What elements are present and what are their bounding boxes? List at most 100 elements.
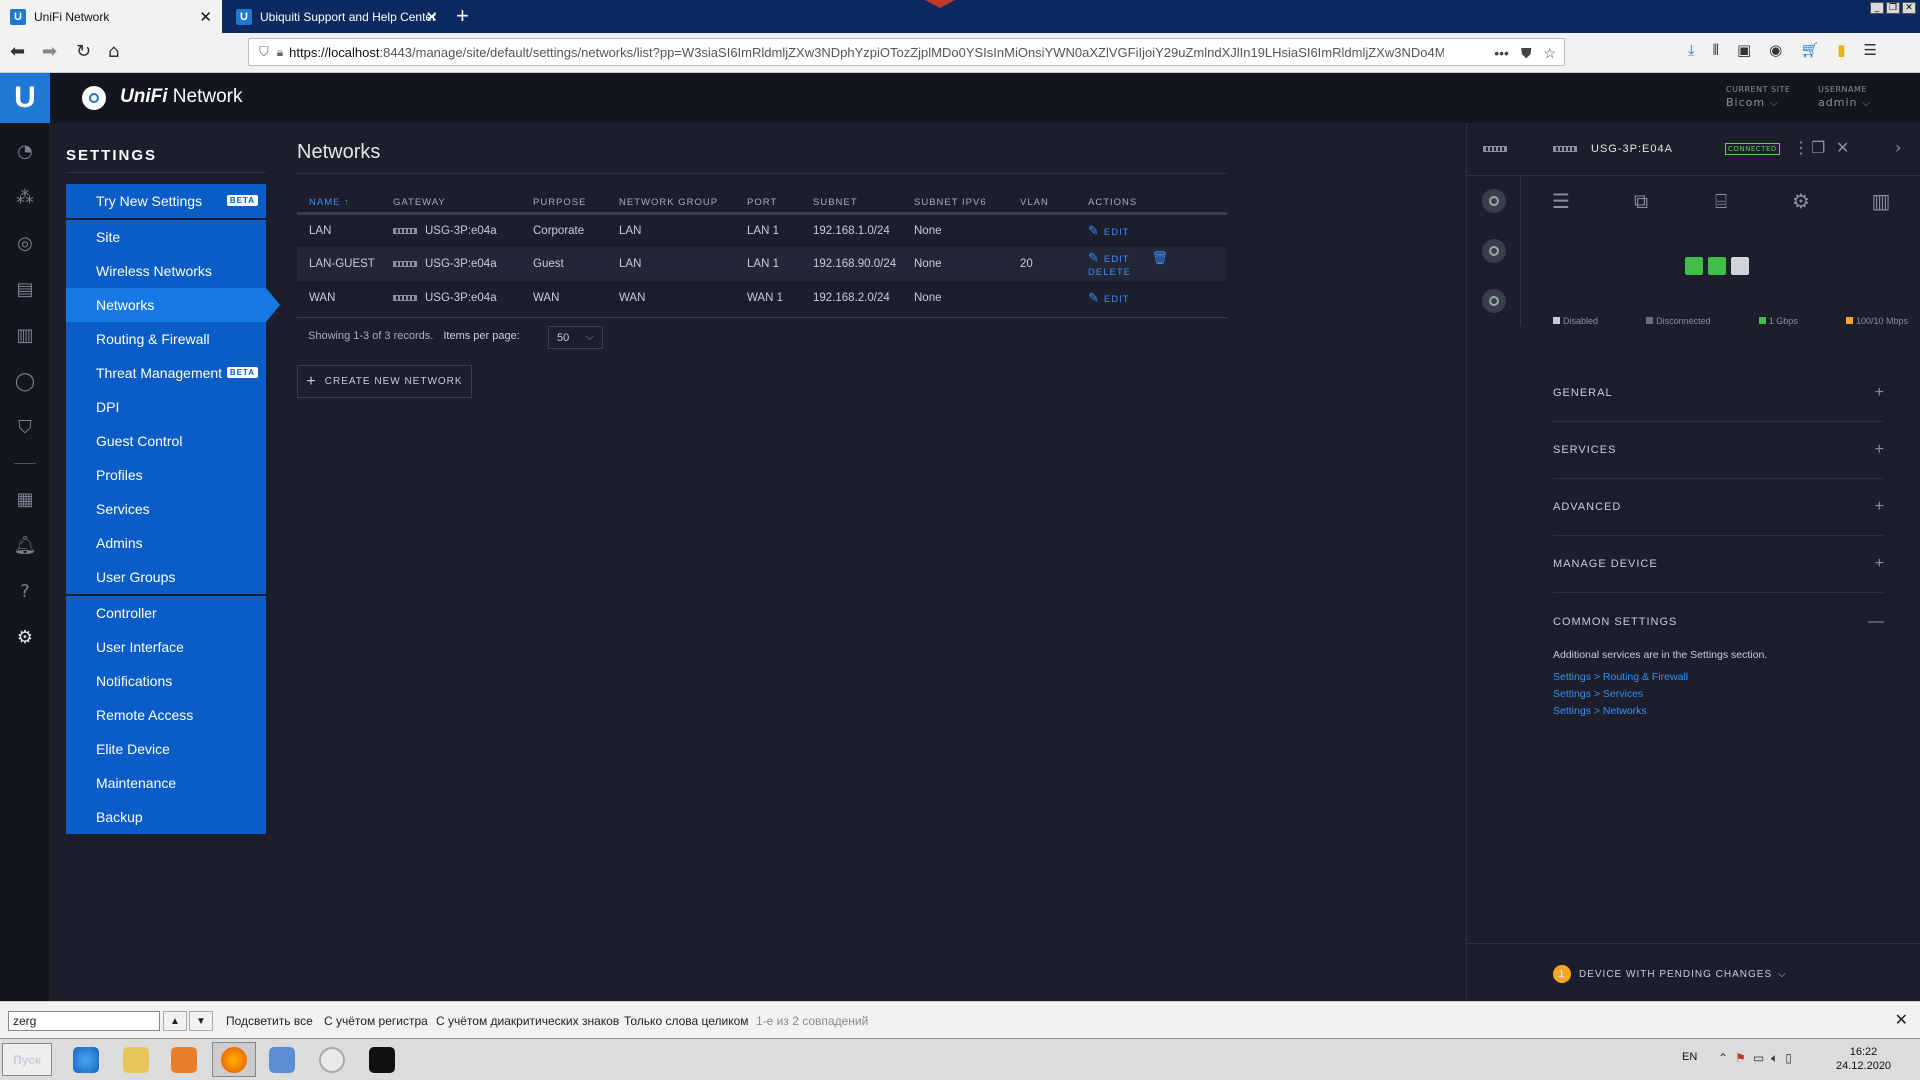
edit-button[interactable]: ✎ EDIT: [1088, 290, 1130, 305]
details-list-icon[interactable]: ☰: [1521, 176, 1601, 226]
create-new-network-button[interactable]: + CREATE NEW NETWORK: [297, 365, 472, 398]
column-header-name[interactable]: NAME ↑: [297, 193, 381, 215]
menu-item-try-new-settings[interactable]: Try New Settings BETA: [66, 184, 266, 218]
stats-chart-icon[interactable]: ▥: [1841, 176, 1920, 226]
media-player-icon[interactable]: [162, 1042, 206, 1077]
account-icon[interactable]: ◉: [1769, 41, 1782, 59]
start-button[interactable]: Пуск: [2, 1043, 52, 1076]
bookmark-star-icon[interactable]: ☆: [1543, 45, 1556, 62]
menu-item-elite-device[interactable]: Elite Device: [66, 732, 266, 766]
find-input[interactable]: zerg: [8, 1011, 160, 1031]
insights-icon[interactable]: ◯: [13, 369, 37, 393]
settings-gear-icon[interactable]: ⚙: [13, 625, 37, 649]
minimize-button[interactable]: _: [1870, 2, 1884, 14]
menu-item-guest-control[interactable]: Guest Control: [66, 424, 266, 458]
help-icon[interactable]: ?: [13, 579, 37, 603]
more-options-icon[interactable]: ⋮: [1793, 138, 1809, 157]
column-header-network-group[interactable]: NETWORK GROUP: [607, 193, 735, 215]
input-language[interactable]: EN: [1682, 1051, 1697, 1063]
section-services[interactable]: SERVICES +: [1553, 422, 1884, 479]
close-find-icon[interactable]: ✕: [1895, 1010, 1908, 1030]
popout-icon[interactable]: ❐: [1811, 138, 1825, 157]
column-header-gateway[interactable]: GATEWAY: [381, 193, 521, 215]
network-tray-icon[interactable]: ▭: [1753, 1051, 1764, 1066]
table-row[interactable]: WAN USG-3P:e04a WAN WAN WAN 1 192.168.2.…: [297, 281, 1227, 315]
link-routing-firewall[interactable]: Settings > Routing & Firewall: [1553, 671, 1688, 683]
column-header-vlan[interactable]: VLAN: [1008, 193, 1076, 215]
find-previous-button[interactable]: ▲: [163, 1011, 187, 1031]
dashboard-icon[interactable]: ◔: [13, 139, 37, 163]
menu-item-notifications[interactable]: Notifications: [66, 664, 266, 698]
volume-icon[interactable]: 🔈︎: [1771, 1051, 1778, 1066]
close-tab-icon[interactable]: ✕: [425, 8, 438, 26]
events-icon[interactable]: ▦: [13, 487, 37, 511]
clients-icon[interactable]: ▤: [13, 277, 37, 301]
page-actions-icon[interactable]: •••: [1494, 45, 1509, 61]
menu-item-wireless-networks[interactable]: Wireless Networks: [66, 254, 266, 288]
home-icon[interactable]: ⌂: [108, 41, 119, 62]
unifi-controller-icon[interactable]: [310, 1042, 354, 1077]
column-header-purpose[interactable]: PURPOSE: [521, 193, 607, 215]
pocket-icon[interactable]: ⛊: [1521, 45, 1532, 62]
chevron-right-icon[interactable]: ›: [1895, 138, 1901, 157]
table-row[interactable]: LAN-GUEST USG-3P:e04a Guest LAN LAN 1 19…: [297, 247, 1227, 281]
browser-tab-support[interactable]: U Ubiquiti Support and Help Center ✕: [226, 0, 448, 33]
device-avatar[interactable]: [1481, 289, 1506, 313]
menu-item-dpi[interactable]: DPI: [66, 390, 266, 424]
menu-item-remote-access[interactable]: Remote Access: [66, 698, 266, 732]
devices-icon[interactable]: ◎: [13, 231, 37, 255]
browser-tab-unifi[interactable]: U UniFi Network ✕: [0, 0, 222, 33]
close-tab-icon[interactable]: ✕: [199, 8, 212, 26]
port-status-lan-icon[interactable]: [1708, 257, 1726, 275]
column-header-subnet[interactable]: SUBNET: [801, 193, 902, 215]
username-menu[interactable]: USERNAME admin ⌵: [1818, 85, 1871, 110]
menu-item-networks[interactable]: Networks: [66, 288, 280, 322]
clients-tab-icon[interactable]: ⧉: [1601, 176, 1681, 226]
file-explorer-icon[interactable]: [114, 1042, 158, 1077]
tray-expand-icon[interactable]: ⌃: [1718, 1051, 1728, 1066]
menu-item-user-groups[interactable]: User Groups: [66, 560, 266, 594]
edit-button[interactable]: ✎ EDIT: [1088, 223, 1130, 238]
whole-words-option[interactable]: Только слова целиком: [624, 1014, 749, 1028]
flag-extension-icon[interactable]: ▮: [1837, 41, 1845, 59]
threat-shield-icon[interactable]: ⛉: [13, 415, 37, 439]
restore-button[interactable]: ❐: [1886, 2, 1900, 14]
url-bar[interactable]: ⛉ 🔒︎ https://localhost:8443/manage/site/…: [248, 38, 1565, 66]
menu-item-admins[interactable]: Admins: [66, 526, 266, 560]
link-networks[interactable]: Settings > Networks: [1553, 705, 1647, 717]
back-arrow-icon[interactable]: ⬅: [10, 41, 25, 62]
downloads-icon[interactable]: ⤓: [1688, 41, 1695, 59]
cart-extension-icon[interactable]: 🛒︎: [1800, 41, 1819, 59]
section-general[interactable]: GENERAL +: [1553, 365, 1884, 422]
forward-arrow-icon[interactable]: ➡: [42, 41, 57, 62]
link-services[interactable]: Settings > Services: [1553, 688, 1643, 700]
new-tab-button[interactable]: +: [456, 3, 469, 29]
items-per-page-select[interactable]: 50 ⌵: [548, 326, 603, 349]
menu-item-threat-management[interactable]: Threat Management BETA: [66, 356, 266, 390]
library-icon[interactable]: ⫴: [1713, 41, 1719, 59]
close-window-button[interactable]: ✕: [1902, 2, 1916, 14]
insecure-lock-icon[interactable]: 🔒︎: [277, 45, 283, 60]
match-diacritics-option[interactable]: С учётом диакритических знаков: [436, 1014, 619, 1028]
config-gear-icon[interactable]: ⚙: [1761, 176, 1841, 226]
internet-explorer-icon[interactable]: [64, 1042, 108, 1077]
table-row[interactable]: LAN USG-3P:e04a Corporate LAN LAN 1 192.…: [297, 213, 1227, 247]
menu-item-routing-firewall[interactable]: Routing & Firewall: [66, 322, 266, 356]
section-advanced[interactable]: ADVANCED +: [1553, 479, 1884, 536]
alarms-bell-icon[interactable]: 🔔︎: [13, 533, 37, 557]
menu-hamburger-icon[interactable]: ☰: [1864, 41, 1877, 59]
menu-item-profiles[interactable]: Profiles: [66, 458, 266, 492]
ports-tab-icon[interactable]: ⌸: [1681, 176, 1761, 226]
menu-item-site[interactable]: Site: [66, 220, 266, 254]
port-status-wan-icon[interactable]: [1685, 257, 1703, 275]
find-next-button[interactable]: ▼: [189, 1011, 213, 1031]
statistics-icon[interactable]: ▥: [13, 323, 37, 347]
command-prompt-icon[interactable]: [360, 1042, 404, 1077]
edit-button[interactable]: ✎ EDIT: [1088, 250, 1130, 265]
action-center-icon[interactable]: ⚑: [1735, 1051, 1746, 1066]
port-status-disabled-icon[interactable]: [1731, 257, 1749, 275]
device-avatar[interactable]: [1481, 239, 1506, 263]
section-manage-device[interactable]: MANAGE DEVICE +: [1553, 536, 1884, 593]
column-header-port[interactable]: PORT: [735, 193, 801, 215]
menu-item-user-interface[interactable]: User Interface: [66, 630, 266, 664]
